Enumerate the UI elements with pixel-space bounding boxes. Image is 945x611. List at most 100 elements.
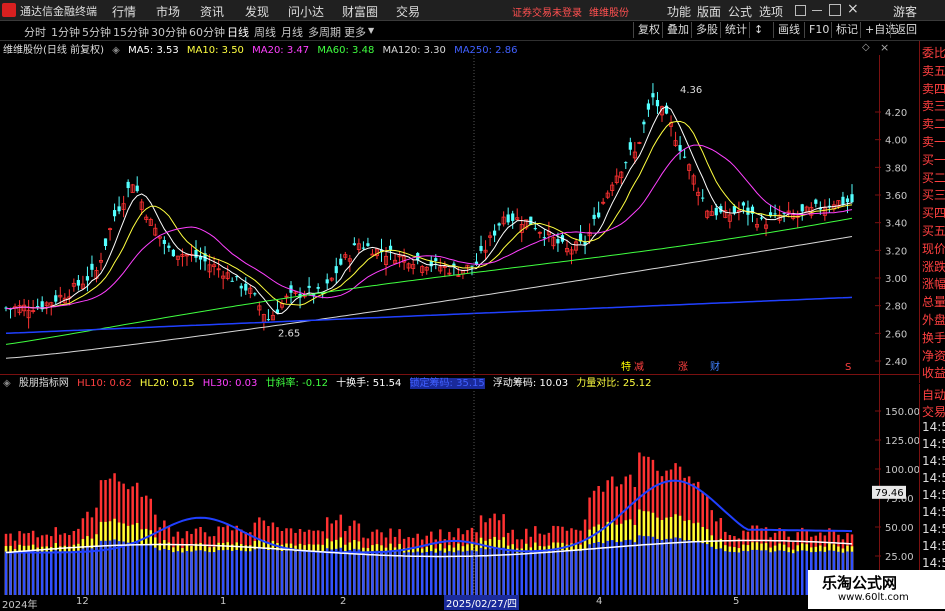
event-marker[interactable]: 涨 (678, 361, 688, 373)
indicator-settings-icon[interactable]: ◈ (3, 378, 11, 389)
toolbar-scroll-icon[interactable]: ↕ (749, 22, 767, 38)
toolbar-fuquan[interactable]: 复权 (633, 22, 664, 38)
candle-body[interactable] (845, 198, 850, 203)
maximize-icon[interactable] (829, 4, 841, 16)
candle-body[interactable] (162, 239, 166, 244)
candle-body[interactable] (850, 194, 854, 203)
toolbar-duogu[interactable]: 多股 (691, 22, 722, 38)
candle-body[interactable] (542, 237, 546, 239)
menu-xuanxiang[interactable]: 选项 (759, 3, 783, 20)
candle-body[interactable] (506, 214, 510, 223)
candle-body[interactable] (253, 293, 257, 295)
period-multi[interactable]: 多周期 (308, 24, 341, 40)
period-5min[interactable]: 5分钟 (82, 24, 111, 40)
kline-chart[interactable]: 4.20 4.00 3.80 3.60 3.40 3.20 3.00 2.80 2.60 2.40… (0, 41, 919, 595)
candle-body[interactable] (511, 213, 515, 221)
candle-body[interactable] (352, 243, 356, 246)
candle-body[interactable] (741, 202, 746, 206)
toolbar-biaoji[interactable]: 标记 (831, 22, 862, 38)
toolbar-tongji[interactable]: 统计 (720, 22, 751, 38)
candle-body[interactable] (701, 197, 705, 199)
candle-body[interactable] (76, 279, 80, 286)
candle-body[interactable] (36, 306, 40, 308)
menu-zixun[interactable]: 资讯 (200, 3, 224, 20)
restore-icon[interactable] (795, 5, 806, 16)
candle-body[interactable] (194, 249, 198, 258)
candle-body[interactable] (230, 280, 234, 282)
period-15min[interactable]: 15分钟 (113, 24, 149, 40)
candle-body[interactable] (307, 285, 311, 288)
menu-shichang[interactable]: 市场 (156, 3, 180, 20)
candle-body[interactable] (646, 103, 651, 110)
candle-body[interactable] (90, 263, 94, 270)
toolbar-huaxian[interactable]: 画线 (773, 22, 804, 38)
period-monthly[interactable]: 月线 (281, 24, 303, 40)
ma-settings-icon[interactable]: ◈ (112, 45, 120, 56)
candle-body[interactable] (117, 206, 121, 212)
event-marker[interactable]: 减 (634, 361, 644, 373)
candle-body[interactable] (54, 295, 58, 302)
candle-body[interactable] (628, 142, 632, 150)
chart-settings-icon[interactable]: ◇ (862, 42, 870, 53)
candle-body[interactable] (266, 319, 270, 321)
menu-banmian[interactable]: 版面 (697, 3, 721, 20)
candle-body[interactable] (316, 286, 320, 289)
toolbar-diejia[interactable]: 叠加 (662, 22, 693, 38)
trade-label[interactable]: 自动 (922, 386, 945, 403)
period-60min[interactable]: 60分钟 (189, 24, 225, 40)
menu-gongneng[interactable]: 功能 (667, 3, 691, 20)
minimize-icon[interactable] (812, 10, 822, 11)
toolbar-f10[interactable]: F10 (804, 22, 833, 38)
menu-faxian[interactable]: 发现 (245, 3, 269, 20)
period-more[interactable]: 更多 (344, 24, 366, 40)
candle-body[interactable] (239, 285, 243, 289)
candle-body[interactable] (597, 212, 601, 218)
chart-close-icon[interactable]: × (880, 41, 889, 54)
indicator-name[interactable]: 股朋指标网 (19, 378, 69, 389)
candle-body[interactable] (112, 210, 117, 217)
menu-jiaoyi[interactable]: 交易 (396, 3, 420, 20)
candle-body[interactable] (126, 181, 130, 189)
guest-user[interactable]: 游客 (893, 3, 917, 20)
candle-body[interactable] (533, 228, 537, 230)
candle-body[interactable] (841, 196, 845, 205)
candle-body[interactable] (759, 217, 764, 219)
event-marker[interactable]: 特 (621, 361, 631, 373)
candle-body[interactable] (361, 247, 366, 249)
candle-body[interactable] (334, 266, 338, 274)
candle-body[interactable] (167, 245, 171, 248)
period-daily[interactable]: 日线 (227, 24, 249, 40)
close-icon[interactable]: × (847, 1, 859, 17)
candle-body[interactable] (592, 214, 596, 219)
candle-body[interactable] (678, 145, 682, 151)
candle-body[interactable] (556, 239, 560, 244)
candle-body[interactable] (655, 100, 660, 107)
candle-body[interactable] (683, 156, 687, 158)
candle-body[interactable] (339, 258, 343, 265)
period-1min[interactable]: 1分钟 (51, 24, 80, 40)
menu-caifuquan[interactable]: 财富圈 (342, 3, 378, 20)
trade-label[interactable]: 交易 (922, 403, 945, 420)
period-30min[interactable]: 30分钟 (151, 24, 187, 40)
candle-body[interactable] (714, 207, 718, 216)
login-status[interactable]: 证券交易未登录 (512, 4, 582, 19)
candle-body[interactable] (470, 265, 474, 267)
candle-body[interactable] (103, 238, 108, 246)
period-weekly[interactable]: 周线 (254, 24, 276, 40)
event-marker[interactable]: 财 (710, 360, 720, 373)
candle-body[interactable] (732, 206, 736, 214)
candle-body[interactable] (624, 162, 628, 164)
candle-body[interactable] (814, 199, 818, 204)
event-marker[interactable]: S (845, 362, 851, 373)
menu-gongshi[interactable]: 公式 (728, 3, 752, 20)
menu-wenxiaoda[interactable]: 问小达 (288, 3, 324, 20)
candle-body[interactable] (800, 204, 804, 212)
candle-body[interactable] (366, 243, 370, 246)
candle-body[interactable] (642, 121, 646, 125)
toolbar-fanhui[interactable]: 返回 (890, 22, 921, 38)
candle-body[interactable] (651, 93, 655, 98)
menu-hangqing[interactable]: 行情 (112, 3, 136, 20)
candle-body[interactable] (388, 245, 393, 250)
candle-body[interactable] (135, 185, 139, 192)
candle-body[interactable] (85, 276, 90, 281)
